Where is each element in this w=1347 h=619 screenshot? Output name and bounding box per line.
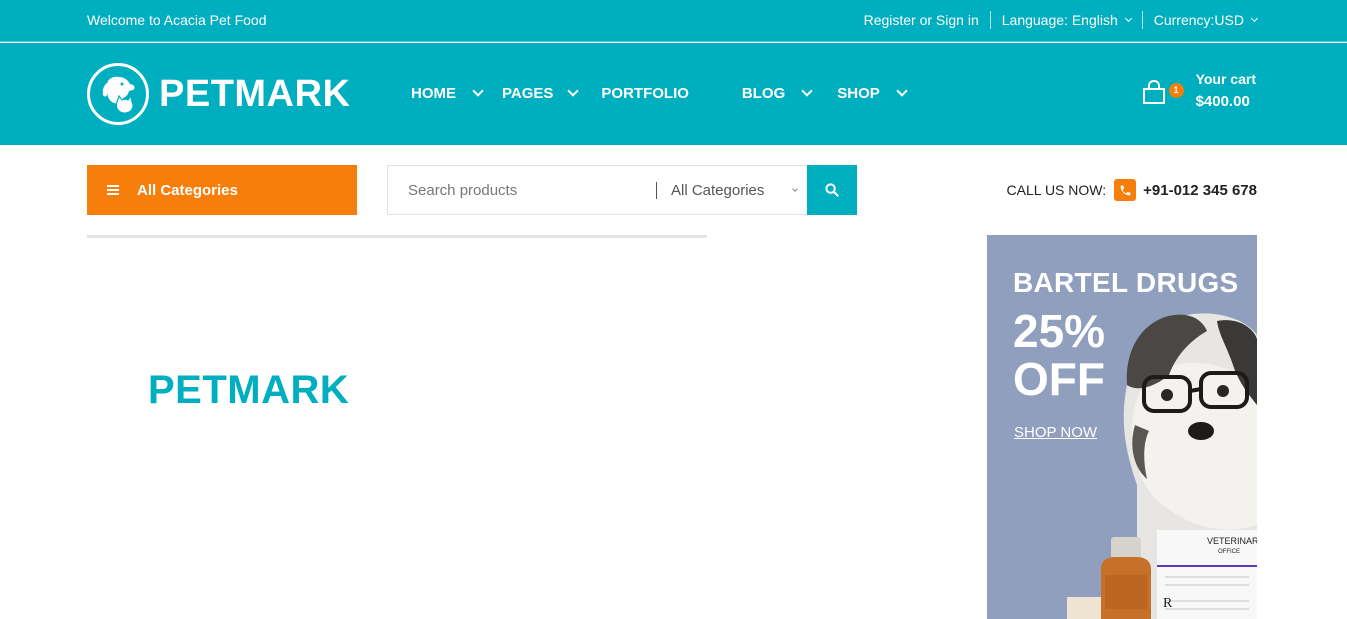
- currency-dropdown[interactable]: Currency:USD: [1141, 11, 1259, 29]
- nav-item-portfolio[interactable]: PORTFOLIO: [601, 85, 689, 102]
- nav-item-pages[interactable]: PAGES: [502, 85, 580, 102]
- hamburger-icon: [107, 185, 119, 195]
- vet-card-subtitle: OFFICE: [1218, 549, 1240, 555]
- logo-text: PETMARK: [159, 72, 351, 115]
- call-us: CALL US NOW: +91-012 345 678: [1007, 179, 1257, 201]
- top-bar-links: Register or Sign in Language: English Cu…: [864, 11, 1259, 29]
- phone-icon: [1114, 179, 1137, 201]
- main-header: PETMARK HOME PAGES PORTFOLIO BLOG SHOP 1…: [0, 43, 1347, 145]
- call-us-label: CALL US NOW:: [1006, 182, 1107, 198]
- nav-item-blog[interactable]: BLOG: [742, 85, 813, 102]
- site-logo[interactable]: PETMARK: [87, 63, 350, 125]
- search-box: All Categories: [387, 165, 808, 215]
- search-button[interactable]: [807, 165, 857, 215]
- cart-widget[interactable]: 1 Your cart $400.00: [1141, 70, 1256, 114]
- shop-now-link[interactable]: SHOP NOW: [1014, 424, 1097, 441]
- all-categories-button[interactable]: All Categories: [87, 165, 357, 215]
- all-categories-label: All Categories: [137, 181, 238, 199]
- vet-card-title: VETERINAR: [1207, 536, 1257, 546]
- cart-label: Your cart: [1195, 71, 1256, 87]
- svg-text:R: R: [1163, 596, 1173, 611]
- chevron-down-icon: [1124, 14, 1132, 23]
- banner-discount: 25% OFF: [1013, 305, 1106, 405]
- register-signin-link[interactable]: Register or Sign in: [864, 11, 990, 29]
- main-nav: HOME PAGES PORTFOLIO BLOG SHOP: [411, 85, 908, 102]
- shopping-bag-icon: 1: [1141, 79, 1184, 109]
- nav-item-home[interactable]: HOME: [411, 85, 484, 102]
- cart-count-badge: 1: [1168, 83, 1184, 98]
- nav-item-shop[interactable]: SHOP: [837, 85, 908, 102]
- divider-line: [87, 235, 707, 238]
- top-bar: Welcome to Acacia Pet Food Register or S…: [0, 0, 1347, 42]
- category-select[interactable]: All Categories: [657, 182, 807, 199]
- chevron-down-icon: [472, 85, 484, 97]
- promo-banner[interactable]: R VETERINAR OFFICE BARTEL DRUGS 25% OFF …: [987, 235, 1257, 619]
- chevron-down-icon: [896, 85, 908, 97]
- search-input[interactable]: [388, 166, 656, 214]
- banner-title: BARTEL DRUGS: [1013, 267, 1239, 298]
- phone-number[interactable]: +91-012 345 678: [1143, 182, 1257, 199]
- chevron-down-icon: [792, 185, 798, 192]
- dog-cat-logo-icon: [87, 63, 149, 125]
- search-icon: [825, 183, 839, 197]
- page-title: PETMARK: [148, 368, 350, 412]
- chevron-down-icon: [1250, 14, 1259, 23]
- cart-amount: $400.00: [1195, 93, 1250, 110]
- chevron-down-icon: [801, 85, 813, 97]
- chevron-down-icon: [567, 85, 580, 97]
- language-dropdown[interactable]: Language: English: [989, 11, 1142, 29]
- welcome-text: Welcome to Acacia Pet Food: [87, 12, 267, 28]
